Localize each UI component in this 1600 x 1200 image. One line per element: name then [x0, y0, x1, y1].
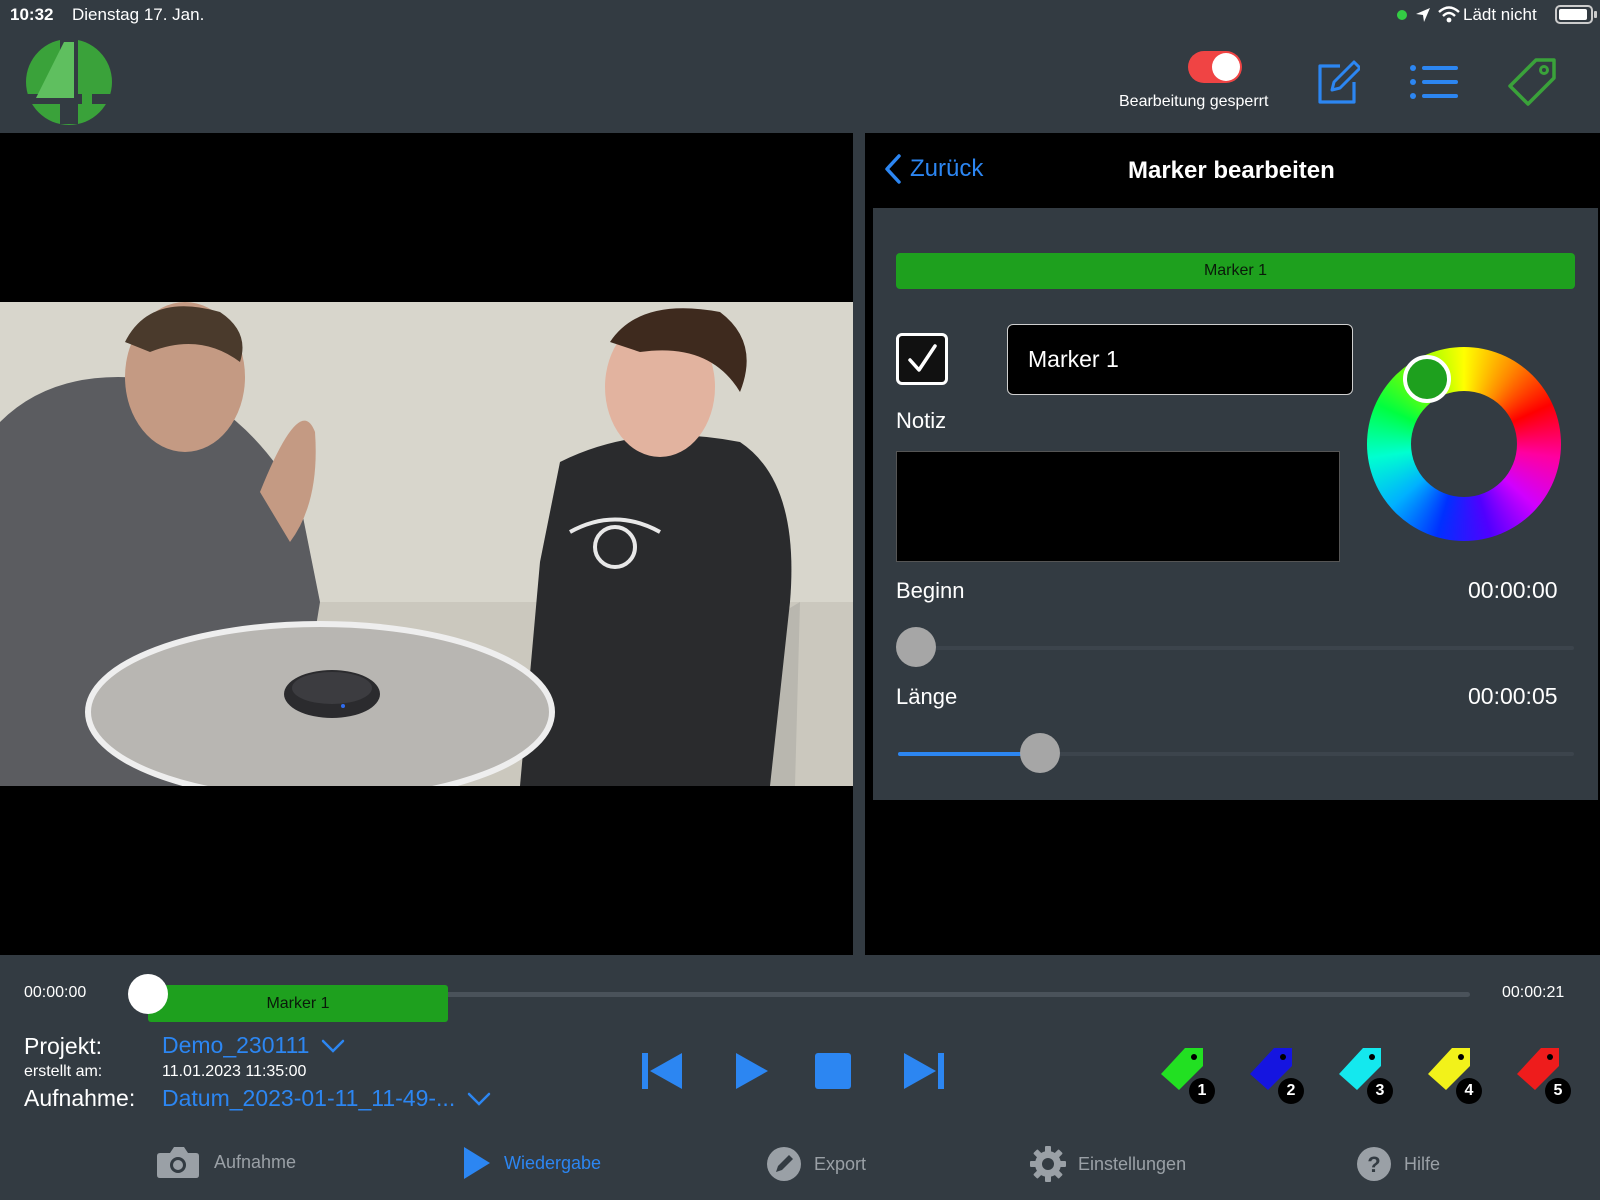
- edit-lock-label: Bearbeitung gesperrt: [1119, 93, 1269, 110]
- wifi-icon: [1438, 6, 1460, 23]
- marker-tag-5[interactable]: 5: [1513, 1044, 1571, 1104]
- created-value: 11.01.2023 11:35:00: [162, 1063, 307, 1080]
- status-date: Dienstag 17. Jan.: [72, 5, 205, 24]
- checkmark-icon: [908, 344, 937, 372]
- note-label: Notiz: [896, 408, 947, 433]
- chevron-down-icon: [467, 1092, 491, 1106]
- begin-slider-thumb[interactable]: [896, 627, 936, 667]
- skip-back-icon[interactable]: [640, 1052, 684, 1090]
- help-icon: ?: [1357, 1147, 1391, 1181]
- marker-tag-3[interactable]: 3: [1335, 1044, 1393, 1104]
- recording-key: Aufnahme:: [24, 1085, 136, 1111]
- status-dot-icon: [1397, 10, 1407, 20]
- tab-hilfe[interactable]: ? Hilfe: [1356, 1146, 1440, 1182]
- tab-label: Export: [814, 1153, 867, 1174]
- tab-wiedergabe[interactable]: Wiedergabe: [462, 1147, 601, 1179]
- charging-status: Lädt nicht: [1463, 5, 1537, 24]
- begin-value: 00:00:00: [1468, 577, 1558, 603]
- timeline-start-time: 00:00:00: [24, 984, 87, 1001]
- tab-einstellungen[interactable]: Einstellungen: [1030, 1146, 1186, 1182]
- location-icon: [1416, 8, 1430, 22]
- pencil-icon: [767, 1147, 801, 1181]
- edit-lock-toggle[interactable]: [1188, 51, 1242, 83]
- svg-text:?: ?: [1367, 1152, 1380, 1177]
- timeline-marker-segment[interactable]: Marker 1: [148, 985, 448, 1022]
- tab-label: Einstellungen: [1078, 1153, 1187, 1174]
- edit-icon[interactable]: [1316, 60, 1360, 106]
- play-icon: [464, 1147, 490, 1179]
- length-label: Länge: [896, 684, 958, 709]
- project-key: Projekt:: [24, 1033, 102, 1059]
- tag-number: 5: [1545, 1078, 1571, 1104]
- camera-icon: [157, 1147, 199, 1178]
- created-key: erstellt am:: [24, 1063, 103, 1080]
- project-selector[interactable]: Demo_230111: [162, 1032, 345, 1059]
- timeline-playhead[interactable]: [128, 974, 168, 1014]
- marker-name-value: Marker 1: [1028, 346, 1119, 372]
- tab-aufnahme[interactable]: Aufnahme: [156, 1145, 296, 1179]
- color-wheel-selector[interactable]: [1403, 355, 1451, 403]
- status-time: 10:32: [10, 5, 54, 24]
- color-wheel[interactable]: [1367, 347, 1561, 541]
- tag-number: 1: [1189, 1078, 1215, 1104]
- video-frame[interactable]: [0, 302, 853, 786]
- marker-tag-1[interactable]: 1: [1157, 1044, 1215, 1104]
- tab-label: Wiedergabe: [504, 1152, 602, 1173]
- marker-tag-2[interactable]: 2: [1246, 1044, 1304, 1104]
- app-logo: [22, 36, 116, 125]
- begin-label: Beginn: [896, 578, 965, 603]
- tab-label: Aufnahme: [214, 1151, 297, 1172]
- tag-number: 2: [1278, 1078, 1304, 1104]
- timeline-end-time: 00:00:21: [1502, 984, 1565, 1001]
- tag-icon[interactable]: [1506, 56, 1558, 108]
- note-textarea[interactable]: [896, 451, 1340, 562]
- marker-name-input[interactable]: Marker 1: [1007, 324, 1353, 395]
- recording-value: Datum_2023-01-11_11-49-...: [162, 1085, 456, 1111]
- marker-visible-checkbox[interactable]: [896, 333, 948, 385]
- skip-forward-icon[interactable]: [902, 1052, 946, 1090]
- chevron-down-icon: [322, 1039, 345, 1053]
- battery-icon: [1555, 5, 1597, 24]
- back-button[interactable]: Zurück: [884, 154, 983, 184]
- video-scene: [0, 302, 853, 786]
- list-icon[interactable]: [1410, 64, 1458, 100]
- marker-tag-4[interactable]: 4: [1424, 1044, 1482, 1104]
- play-icon[interactable]: [734, 1053, 770, 1089]
- recording-selector[interactable]: Datum_2023-01-11_11-49-...: [162, 1085, 491, 1112]
- marker-banner: Marker 1: [896, 253, 1575, 289]
- length-slider-thumb[interactable]: [1020, 733, 1060, 773]
- gear-icon: [1030, 1146, 1066, 1182]
- tag-number: 3: [1367, 1078, 1393, 1104]
- begin-slider-track[interactable]: [898, 646, 1574, 650]
- panel-title: Marker bearbeiten: [1128, 157, 1335, 184]
- chevron-left-icon: [885, 154, 901, 184]
- length-slider-fill: [898, 752, 1040, 756]
- tag-number: 4: [1456, 1078, 1482, 1104]
- tab-label: Hilfe: [1404, 1153, 1441, 1174]
- back-label: Zurück: [910, 155, 984, 182]
- length-value: 00:00:05: [1468, 683, 1558, 709]
- pane-divider[interactable]: [853, 133, 865, 955]
- tab-export[interactable]: Export: [766, 1146, 866, 1182]
- stop-icon[interactable]: [815, 1053, 851, 1089]
- project-value: Demo_230111: [162, 1032, 310, 1058]
